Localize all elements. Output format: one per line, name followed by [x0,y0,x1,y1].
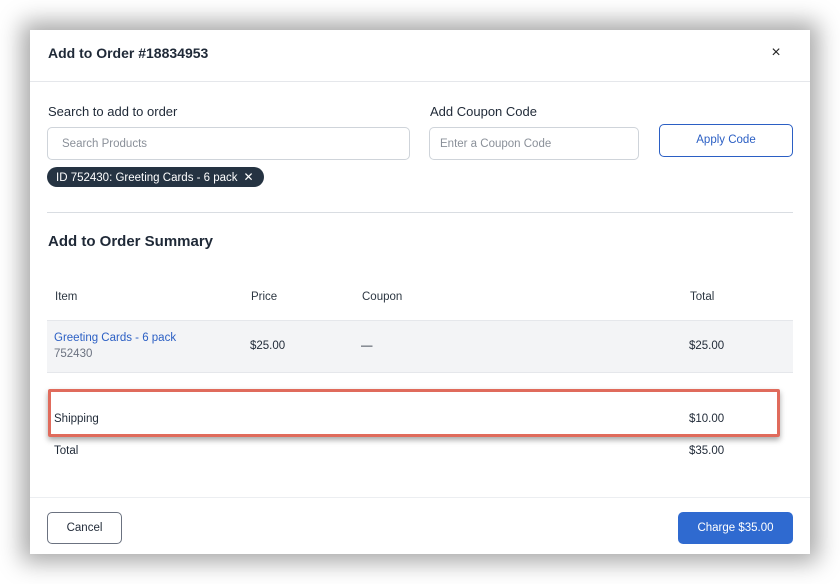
charge-button[interactable]: Charge $35.00 [678,512,793,544]
chip-label: ID 752430: Greeting Cards - 6 pack [56,172,238,184]
coupon-code-input[interactable] [429,127,639,160]
summary-title: Add to Order Summary [48,233,214,250]
search-products-input[interactable] [47,127,410,160]
total-value: $35.00 [689,445,725,457]
row-price: $25.00 [250,340,286,352]
modal-header: Add to Order #18834953 × [30,30,810,82]
apply-code-button[interactable]: Apply Code [659,124,793,157]
selected-product-chip: ID 752430: Greeting Cards - 6 pack ✕ [47,167,264,187]
add-to-order-modal: Add to Order #18834953 × Search to add t… [30,30,810,554]
modal-title: Add to Order #18834953 [48,45,209,61]
row-total: $25.00 [689,340,725,352]
shipping-highlight-box [48,389,780,437]
close-icon[interactable]: × [768,44,784,62]
column-header-total: Total [690,291,715,303]
chip-remove-icon[interactable]: ✕ [244,170,254,184]
cancel-button[interactable]: Cancel [47,512,122,544]
coupon-label: Add Coupon Code [430,104,537,119]
search-label: Search to add to order [48,104,178,119]
row-coupon: — [361,340,373,352]
column-header-price: Price [251,291,278,303]
product-sku: 752430 [54,348,93,360]
table-row [47,320,793,373]
product-link[interactable]: Greeting Cards - 6 pack [54,332,176,344]
column-header-item: Item [55,291,78,303]
total-label: Total [54,445,79,457]
column-header-coupon: Coupon [362,291,403,303]
section-divider [47,212,793,213]
